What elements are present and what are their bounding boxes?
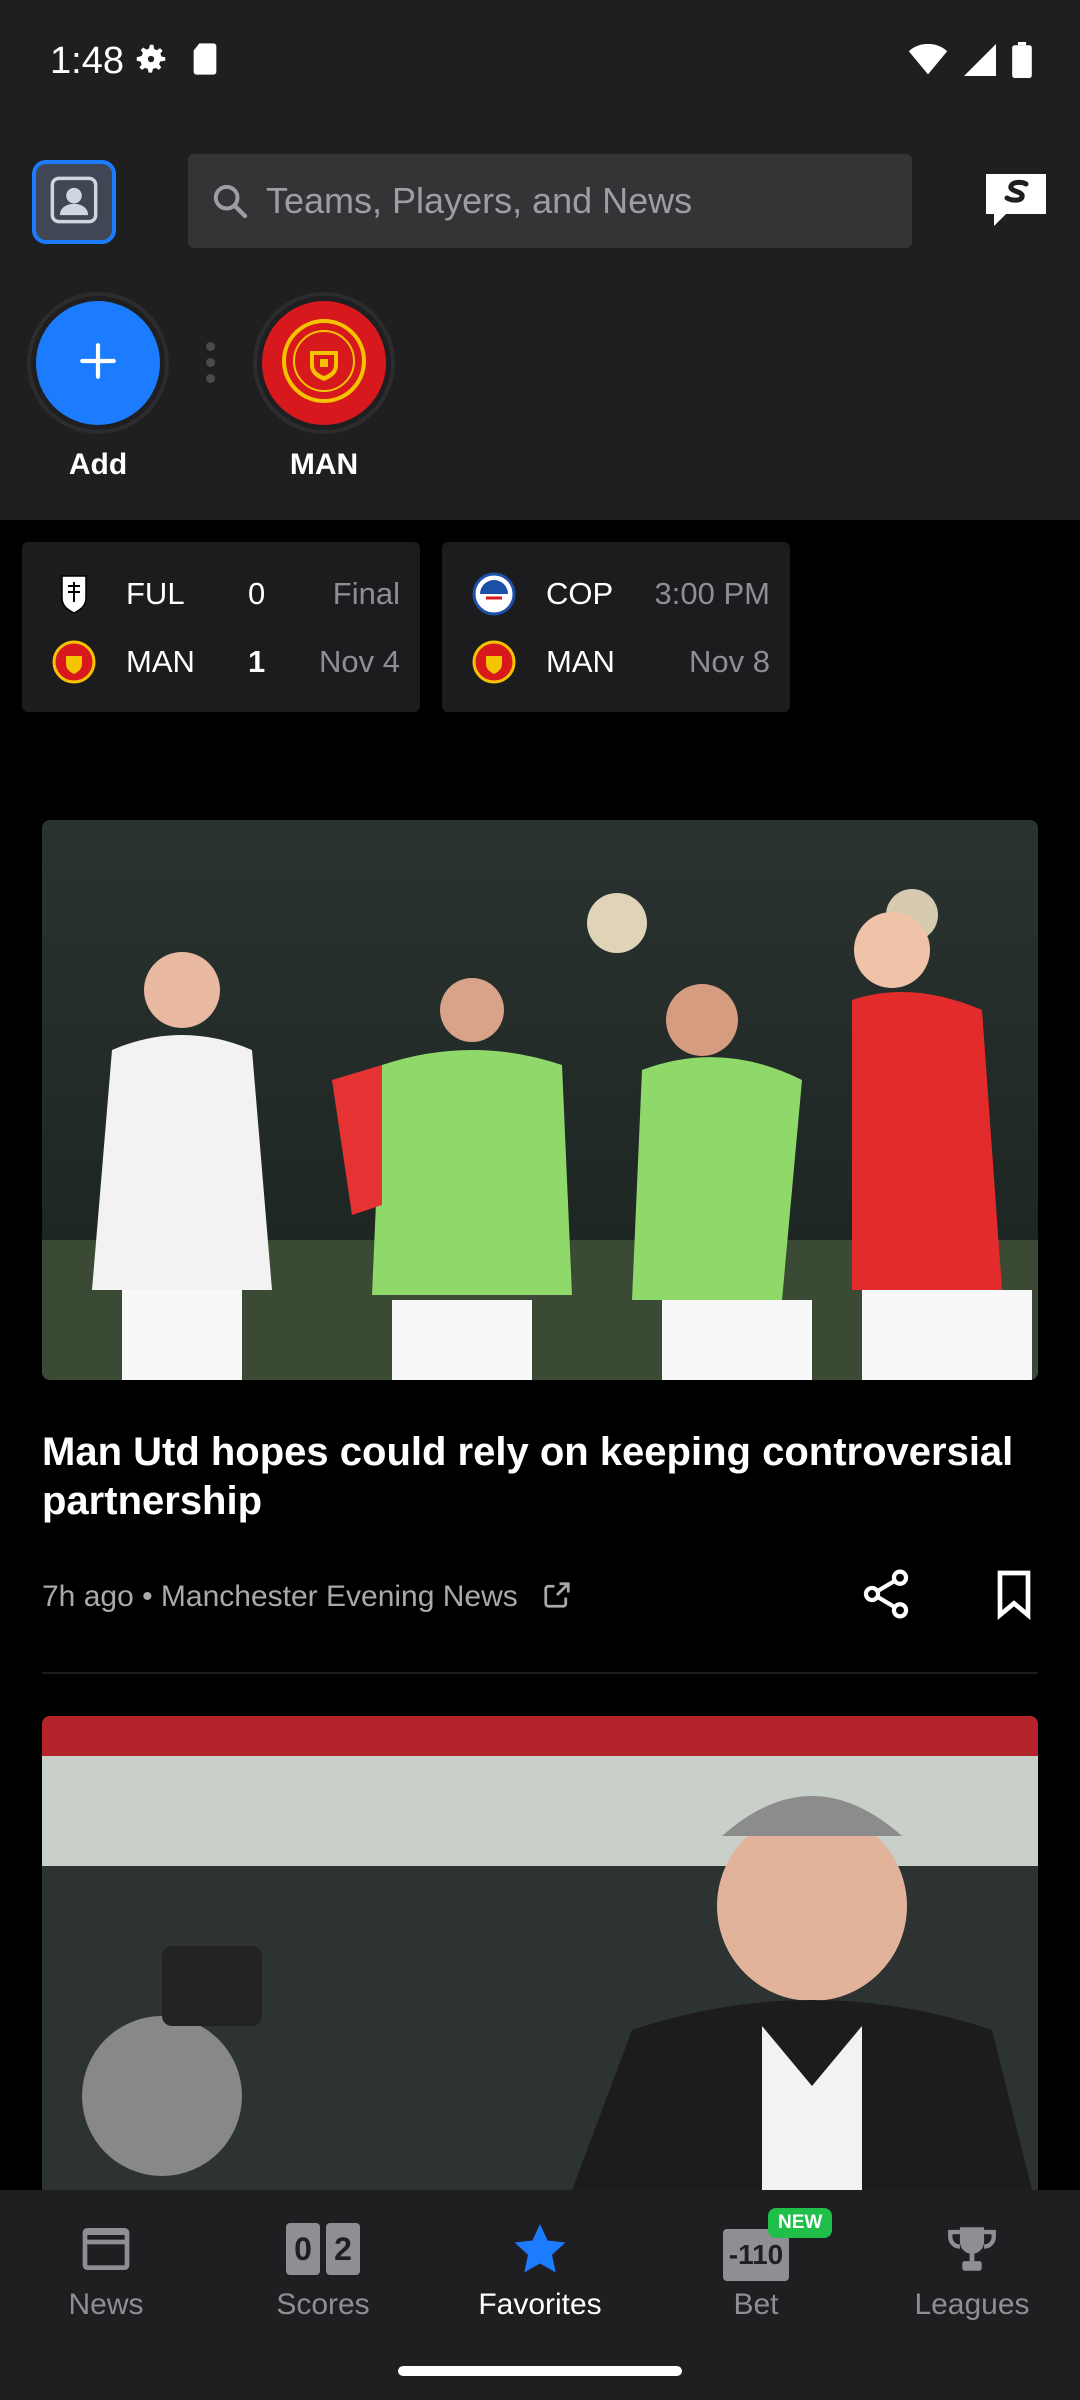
trophy-icon xyxy=(882,2216,1062,2282)
favorite-label: Add xyxy=(68,448,128,481)
bookmark-icon xyxy=(986,1570,1042,1626)
share-icon xyxy=(858,1569,914,1626)
score-row: COP 3:00 PM xyxy=(442,564,790,624)
status-bar: 1:48 xyxy=(0,0,1080,130)
team-name: COP xyxy=(546,576,614,611)
copenhagen-crest-icon xyxy=(472,572,516,616)
score-row: MAN Nov 8 xyxy=(442,632,790,692)
score-card[interactable]: COP 3:00 PM MAN Nov 8 xyxy=(442,542,790,712)
news-article[interactable]: Man Utd hopes could rely on keeping cont… xyxy=(42,820,1038,1626)
favorite-team-man[interactable]: MAN xyxy=(250,292,398,482)
man-utd-crest-icon xyxy=(280,317,368,410)
news-icon xyxy=(16,2216,196,2282)
score-card[interactable]: FUL 0 Final MAN 1 Nov 4 xyxy=(22,542,420,712)
star-icon xyxy=(450,2216,630,2282)
external-link-icon xyxy=(542,1580,572,1618)
article-source[interactable]: 7h ago • Manchester Evening News xyxy=(42,1580,518,1613)
sportsbook-logo-icon xyxy=(980,174,1050,236)
home-indicator[interactable] xyxy=(398,2366,682,2376)
article-meta: 7h ago • Manchester Evening News xyxy=(42,1566,1038,1626)
score-row: MAN 1 Nov 4 xyxy=(22,632,420,692)
team-score: 1 xyxy=(248,644,266,679)
top-header: Add MAN xyxy=(0,130,1080,520)
game-status: 3:00 PM xyxy=(654,576,770,611)
nav-bet[interactable]: -110 NEW Bet xyxy=(666,2208,846,2322)
bookmark-button[interactable] xyxy=(986,1566,1042,1622)
team-score: 0 xyxy=(248,576,266,611)
battery-icon xyxy=(1012,42,1032,83)
article-headline[interactable]: Man Utd hopes could rely on keeping cont… xyxy=(42,1428,1038,1526)
sportsbook-button[interactable] xyxy=(980,170,1050,232)
new-badge: NEW xyxy=(768,2208,833,2238)
favorites-divider xyxy=(206,342,215,383)
add-favorite-button[interactable] xyxy=(36,301,160,425)
sd-card-icon xyxy=(190,42,220,81)
team-name: MAN xyxy=(546,644,615,679)
plus-icon xyxy=(77,340,119,387)
search-icon xyxy=(210,181,250,221)
team-name: FUL xyxy=(126,576,185,611)
news-article[interactable] xyxy=(42,1716,1038,2190)
nav-leagues[interactable]: Leagues xyxy=(882,2216,1062,2322)
settings-icon xyxy=(132,40,170,83)
search-bar[interactable] xyxy=(188,154,912,248)
game-status: Nov 4 xyxy=(319,644,400,679)
man-utd-crest-icon xyxy=(472,640,516,684)
fulham-crest-icon xyxy=(52,572,96,616)
nav-news[interactable]: News xyxy=(16,2216,196,2322)
article-image[interactable] xyxy=(42,820,1038,1380)
score-row: FUL 0 Final xyxy=(22,564,420,624)
favorite-label: MAN xyxy=(289,448,359,481)
search-input[interactable] xyxy=(264,179,868,223)
profile-icon xyxy=(48,174,100,231)
scores-icon: 0 2 xyxy=(233,2216,413,2282)
signal-icon xyxy=(964,44,996,81)
game-status: Final xyxy=(332,576,400,611)
profile-button[interactable] xyxy=(32,160,116,244)
wifi-icon xyxy=(908,43,948,81)
man-utd-crest-icon xyxy=(52,640,96,684)
team-name: MAN xyxy=(126,644,195,679)
favorite-add[interactable]: Add xyxy=(24,292,172,482)
game-status: Nov 8 xyxy=(689,644,770,679)
nav-scores[interactable]: 0 2 Scores xyxy=(233,2216,413,2322)
bet-icon: -110 NEW xyxy=(666,2208,846,2282)
nav-favorites[interactable]: Favorites xyxy=(450,2216,630,2322)
article-image[interactable] xyxy=(42,1716,1038,2190)
share-button[interactable] xyxy=(858,1566,914,1622)
article-divider xyxy=(42,1672,1038,1674)
status-time: 1:48 xyxy=(50,40,124,82)
